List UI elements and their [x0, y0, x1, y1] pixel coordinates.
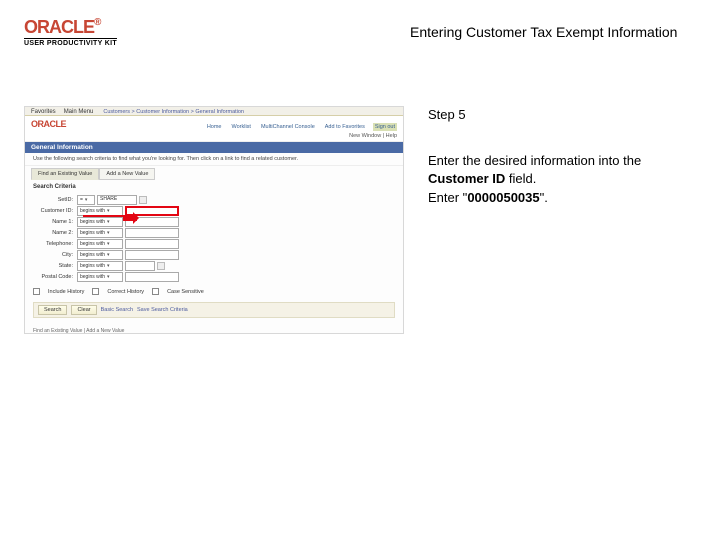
- check-row: Include History Correct History Case Sen…: [25, 285, 403, 298]
- label-setid: SetID:: [33, 197, 75, 203]
- input-name2[interactable]: [125, 228, 179, 238]
- oracle-upk-logo: ORACLE® USER PRODUCTIVITY KIT: [24, 18, 117, 47]
- footer-links[interactable]: Find an Existing Value | Add a New Value: [25, 322, 403, 334]
- app-screenshot: Favorites Main Menu Customers > Customer…: [24, 106, 404, 334]
- oracle-wordmark: ORACLE®: [24, 18, 117, 36]
- label-include-history: Include History: [48, 289, 84, 295]
- page-title: Entering Customer Tax Exempt Information: [410, 24, 677, 40]
- instr-value: 0000050035: [467, 190, 539, 205]
- op-name1[interactable]: begins with: [77, 217, 123, 227]
- label-case-sensitive: Case Sensitive: [167, 289, 204, 295]
- save-search-link[interactable]: Save Search Criteria: [137, 307, 188, 313]
- label-name1: Name 1:: [33, 219, 75, 225]
- oracle-text: ORACLE: [24, 17, 94, 37]
- op-telephone[interactable]: begins with: [77, 239, 123, 249]
- lookup-icon[interactable]: [157, 262, 165, 270]
- nav-favorites[interactable]: Favorites: [31, 109, 56, 115]
- row-telephone: Telephone: begins with: [33, 239, 395, 249]
- link-multichannel[interactable]: MultiChannel Console: [259, 123, 317, 131]
- registered-mark: ®: [94, 17, 100, 28]
- nav-main-menu[interactable]: Main Menu: [64, 109, 94, 115]
- instr-seg-2: field.: [505, 171, 536, 186]
- label-telephone: Telephone:: [33, 241, 75, 247]
- breadcrumb: Customers > Customer Information > Gener…: [103, 109, 244, 115]
- app-oracle-logo: ORACLE: [31, 118, 66, 131]
- input-setid[interactable]: SHARE: [97, 195, 137, 205]
- clear-button[interactable]: Clear: [71, 305, 96, 315]
- row-customer-id: Customer ID: begins with: [33, 206, 395, 216]
- op-city[interactable]: begins with: [77, 250, 123, 260]
- row-state: State: begins with: [33, 261, 395, 271]
- upk-product-label: USER PRODUCTIVITY KIT: [24, 38, 117, 47]
- instr-seg-4: ".: [540, 190, 548, 205]
- action-bar: Search Clear Basic Search Save Search Cr…: [33, 302, 395, 318]
- basic-search-link[interactable]: Basic Search: [101, 307, 133, 313]
- section-heading: General Information: [25, 142, 403, 153]
- op-name2[interactable]: begins with: [77, 228, 123, 238]
- row-setid: SetID: = SHARE: [33, 195, 395, 205]
- input-telephone[interactable]: [125, 239, 179, 249]
- link-worklist[interactable]: Worklist: [229, 123, 252, 131]
- link-favorites[interactable]: Add to Favorites: [323, 123, 367, 131]
- section-hint: Use the following search criteria to fin…: [25, 153, 403, 166]
- link-home[interactable]: Home: [205, 123, 224, 131]
- input-city[interactable]: [125, 250, 179, 260]
- check-include-history[interactable]: [33, 288, 40, 295]
- instruction-panel: Step 5 Enter the desired information int…: [428, 106, 688, 207]
- input-postal[interactable]: [125, 272, 179, 282]
- criteria-heading: Search Criteria: [25, 182, 403, 192]
- label-name2: Name 2:: [33, 230, 75, 236]
- row-city: City: begins with: [33, 250, 395, 260]
- label-customer-id: Customer ID:: [33, 208, 75, 214]
- mode-tabs: Find an Existing Value Add a New Value: [25, 166, 403, 182]
- op-state[interactable]: begins with: [77, 261, 123, 271]
- top-nav: Favorites Main Menu Customers > Customer…: [25, 107, 403, 116]
- row-postal: Postal Code: begins with: [33, 272, 395, 282]
- step-label: Step 5: [428, 106, 688, 124]
- row-name2: Name 2: begins with: [33, 228, 395, 238]
- search-button[interactable]: Search: [38, 305, 67, 315]
- search-form: SetID: = SHARE Customer ID: begins with …: [25, 192, 403, 285]
- label-postal: Postal Code:: [33, 274, 75, 280]
- check-case-sensitive[interactable]: [152, 288, 159, 295]
- op-postal[interactable]: begins with: [77, 272, 123, 282]
- label-state: State:: [33, 263, 75, 269]
- label-city: City:: [33, 252, 75, 258]
- instruction-text: Enter the desired information into the C…: [428, 152, 688, 207]
- op-setid[interactable]: =: [77, 195, 95, 205]
- instr-seg-3: Enter ": [428, 190, 467, 205]
- tab-find-existing[interactable]: Find an Existing Value: [31, 168, 99, 180]
- tab-add-new[interactable]: Add a New Value: [99, 168, 155, 180]
- check-correct-history[interactable]: [92, 288, 99, 295]
- status-links[interactable]: New Window | Help: [25, 131, 403, 142]
- input-state[interactable]: [125, 261, 155, 271]
- instr-field-name: Customer ID: [428, 171, 505, 186]
- label-correct-history: Correct History: [107, 289, 144, 295]
- link-signout[interactable]: Sign out: [373, 123, 397, 131]
- instr-seg-1: Enter the desired information into the: [428, 153, 641, 168]
- global-links: Home Worklist MultiChannel Console Add t…: [205, 123, 397, 131]
- row-name1: Name 1: begins with: [33, 217, 395, 227]
- lookup-icon[interactable]: [139, 196, 147, 204]
